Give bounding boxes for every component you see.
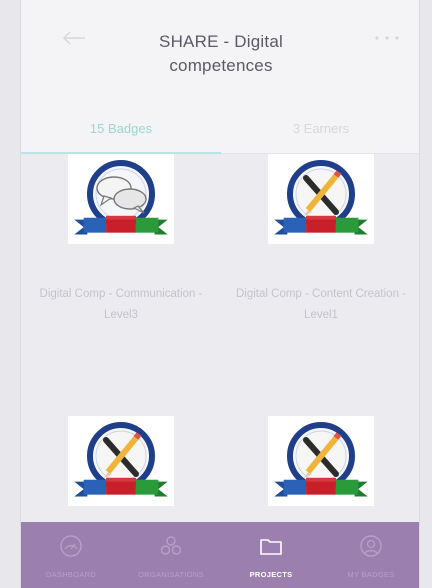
bottom-navigation: DASHBOARD ORGANISATIONS PROJECTS MY BADG…: [21, 522, 419, 588]
nav-label: MY BADGES: [347, 570, 395, 579]
badge-label: Digital Comp - Communication - Level3: [39, 288, 203, 321]
nav-label: PROJECTS: [249, 570, 293, 579]
nav-label: DASHBOARD: [45, 570, 97, 579]
pencil-cross-badge-icon: [274, 422, 368, 497]
badge-grid: Digital Comp - Communication - Level3 Di…: [21, 154, 419, 524]
badge-image: [268, 416, 374, 506]
pencil-cross-badge-icon: [74, 422, 168, 497]
nav-dashboard[interactable]: DASHBOARD: [21, 522, 121, 588]
tab-badges[interactable]: 15 Badges: [21, 104, 221, 154]
folder-icon: [260, 539, 282, 555]
page-title: SHARE - Digital competences: [159, 32, 283, 75]
more-dots-icon: [375, 36, 399, 40]
app-window: SHARE - Digital competences 15 Badges 3 …: [20, 0, 420, 588]
nav-projects[interactable]: PROJECTS: [221, 522, 321, 588]
tab-earners[interactable]: 3 Earners: [221, 104, 419, 154]
tab-bar: 15 Badges 3 Earners: [21, 104, 419, 154]
badge-image: [68, 154, 174, 244]
badge-card[interactable]: [21, 416, 221, 524]
badge-image: [68, 416, 174, 506]
arrow-left-icon: [63, 31, 85, 45]
back-button[interactable]: [59, 26, 89, 50]
screen: SHARE - Digital competences 15 Badges 3 …: [0, 0, 432, 588]
badge-card[interactable]: Digital Comp - Content Creation - Level1: [221, 154, 419, 394]
badge-card[interactable]: [221, 416, 419, 524]
badge-label: Digital Comp - Content Creation - Level1: [235, 288, 406, 321]
more-button[interactable]: [367, 26, 407, 50]
organisations-icon: [160, 536, 182, 555]
nav-my-badges[interactable]: MY BADGES: [321, 522, 419, 588]
badge-image: [268, 154, 374, 244]
dashboard-icon: [60, 535, 82, 557]
nav-label: ORGANISATIONS: [138, 570, 204, 579]
profile-icon: [360, 535, 382, 557]
nav-organisations[interactable]: ORGANISATIONS: [121, 522, 221, 588]
badge-card[interactable]: Digital Comp - Communication - Level3: [21, 154, 221, 394]
pencil-cross-badge-icon: [274, 160, 368, 235]
speech-bubbles-badge-icon: [74, 160, 168, 235]
